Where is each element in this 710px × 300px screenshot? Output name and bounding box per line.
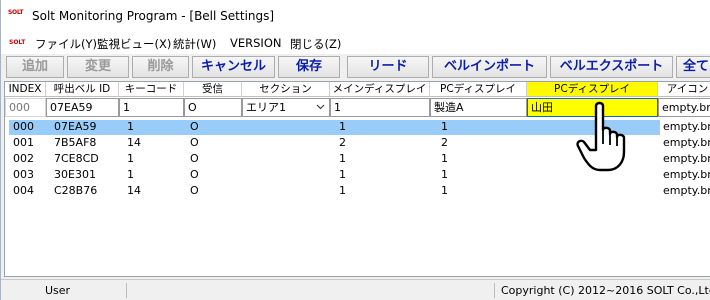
column-header-pc-display-2[interactable]: PCディスプレイ — [527, 82, 658, 97]
column-header-key-code[interactable]: キーコード — [119, 82, 184, 97]
status-divider — [126, 283, 127, 298]
cell-main-display: 1 — [339, 152, 346, 165]
cell-icon: empty.bm — [663, 184, 710, 197]
cell-index: 002 — [13, 152, 34, 165]
cell-receive: O — [190, 152, 199, 165]
cell-key-code: 14 — [127, 136, 141, 149]
edit-receive-input[interactable]: O — [184, 98, 242, 117]
cell-icon: empty.bm — [660, 120, 710, 135]
cell-receive: O — [190, 184, 199, 197]
cell-key-code: 1 — [127, 168, 134, 181]
cell-bell-id: 7CE8CD — [54, 152, 99, 165]
cell-section — [242, 152, 330, 167]
cell-pc-display: 1 — [441, 184, 448, 197]
read-button[interactable]: リード — [347, 56, 429, 78]
cell-receive: O — [187, 120, 242, 135]
pointing-hand-icon — [574, 100, 634, 172]
cell-pc-display-2 — [527, 184, 658, 199]
cell-index: 003 — [13, 168, 34, 181]
edit-section-value: エリア1 — [246, 101, 286, 114]
edit-section-select[interactable]: エリア1 — [242, 98, 330, 117]
cell-main-display: 2 — [339, 136, 346, 149]
cancel-button[interactable]: キャンセル — [192, 56, 275, 78]
cell-pc-display: 1 — [441, 152, 448, 165]
edit-bell-id-input[interactable]: 07EA59 — [46, 98, 119, 117]
column-header-pc-display[interactable]: PCディスプレイ — [430, 82, 527, 97]
edit-main-display-input[interactable]: 1 — [330, 98, 430, 117]
cell-icon: empty.bm — [663, 136, 710, 149]
cell-receive: O — [190, 168, 199, 181]
menu-statistics[interactable]: 統計(W) — [173, 36, 216, 52]
cell-main-display: 1 — [336, 120, 430, 135]
column-header-main-display[interactable]: メインディスプレイ — [330, 82, 430, 97]
change-button[interactable]: 変更 — [67, 56, 129, 78]
column-header-index[interactable]: INDEX — [5, 82, 46, 97]
status-divider — [494, 283, 495, 298]
cell-key-code: 14 — [127, 184, 141, 197]
status-user: User — [45, 284, 71, 297]
menu-version[interactable]: VERSION — [230, 36, 281, 50]
cell-main-display: 1 — [339, 184, 346, 197]
cell-key-code: 1 — [124, 120, 184, 135]
cell-section — [242, 184, 330, 199]
cell-index: 004 — [13, 184, 34, 197]
cell-icon: empty.bm — [663, 168, 710, 181]
column-header-receive[interactable]: 受信 — [184, 82, 242, 97]
delete-button[interactable]: 削除 — [132, 56, 189, 78]
cell-index: 001 — [13, 136, 34, 149]
cell-bell-id: 30E301 — [54, 168, 96, 181]
add-button[interactable]: 追加 — [6, 56, 64, 78]
app-logo: SOLT — [8, 9, 24, 16]
app-window: SOLT Solt Monitoring Program - [Bell Set… — [0, 0, 710, 300]
window-title: Solt Monitoring Program - [Bell Settings… — [32, 9, 275, 23]
chevron-down-icon[interactable] — [316, 100, 325, 116]
column-header-icon[interactable]: アイコン — [658, 82, 710, 97]
column-header-bell-id[interactable]: 呼出ベル ID — [46, 82, 119, 97]
cell-section — [242, 136, 330, 151]
cell-section — [242, 120, 330, 135]
cell-receive: O — [190, 136, 199, 149]
cell-section — [242, 168, 330, 183]
all-button[interactable]: 全て — [676, 56, 710, 78]
cell-main-display: 1 — [339, 168, 346, 181]
menu-close[interactable]: 閉じる(Z) — [290, 36, 341, 52]
status-copyright: Copyright (C) 2012~2016 SOLT Co.,Ltd. A — [501, 284, 710, 297]
cell-key-code: 1 — [127, 152, 134, 165]
cell-bell-id: 7B5AF8 — [54, 136, 97, 149]
cell-bell-id: C28B76 — [54, 184, 98, 197]
row-gutter — [5, 120, 9, 135]
save-button[interactable]: 保存 — [278, 56, 340, 78]
edit-index: 000 — [5, 98, 46, 117]
bell-export-button[interactable]: ベルエクスポート — [550, 56, 673, 78]
edit-pc-display-input[interactable]: 製造A — [430, 98, 527, 117]
cell-bell-id: 07EA59 — [51, 120, 119, 135]
bell-import-button[interactable]: ベルインポート — [432, 56, 547, 78]
edit-key-code-input[interactable]: 1 — [119, 98, 184, 117]
cell-pc-display: 2 — [441, 136, 448, 149]
cell-pc-display: 1 — [441, 168, 448, 181]
toolbar: 追加 変更 削除 キャンセル 保存 リード ベルインポート ベルエクスポート 全… — [1, 55, 710, 80]
menu-logo: SOLT — [9, 39, 26, 46]
menu-file[interactable]: ファイル(Y) — [35, 36, 97, 52]
status-bar: User Copyright (C) 2012~2016 SOLT Co.,Lt… — [1, 279, 710, 300]
cell-index: 000 — [10, 120, 46, 135]
menu-monitor-view[interactable]: 監視ビュー(X) — [97, 36, 171, 52]
column-header-section[interactable]: セクション — [242, 82, 330, 97]
cell-pc-display: 1 — [438, 120, 527, 135]
title-bar: SOLT Solt Monitoring Program - [Bell Set… — [1, 0, 710, 33]
table-row[interactable]: 004 C28B76 14 O 1 1 empty.bm — [5, 184, 710, 199]
edit-icon-input[interactable]: empty.bmp — [658, 98, 710, 117]
cell-icon: empty.bm — [663, 152, 710, 165]
menu-bar: SOLT ファイル(Y) 監視ビュー(X) 統計(W) VERSION 閉じる(… — [1, 33, 710, 54]
